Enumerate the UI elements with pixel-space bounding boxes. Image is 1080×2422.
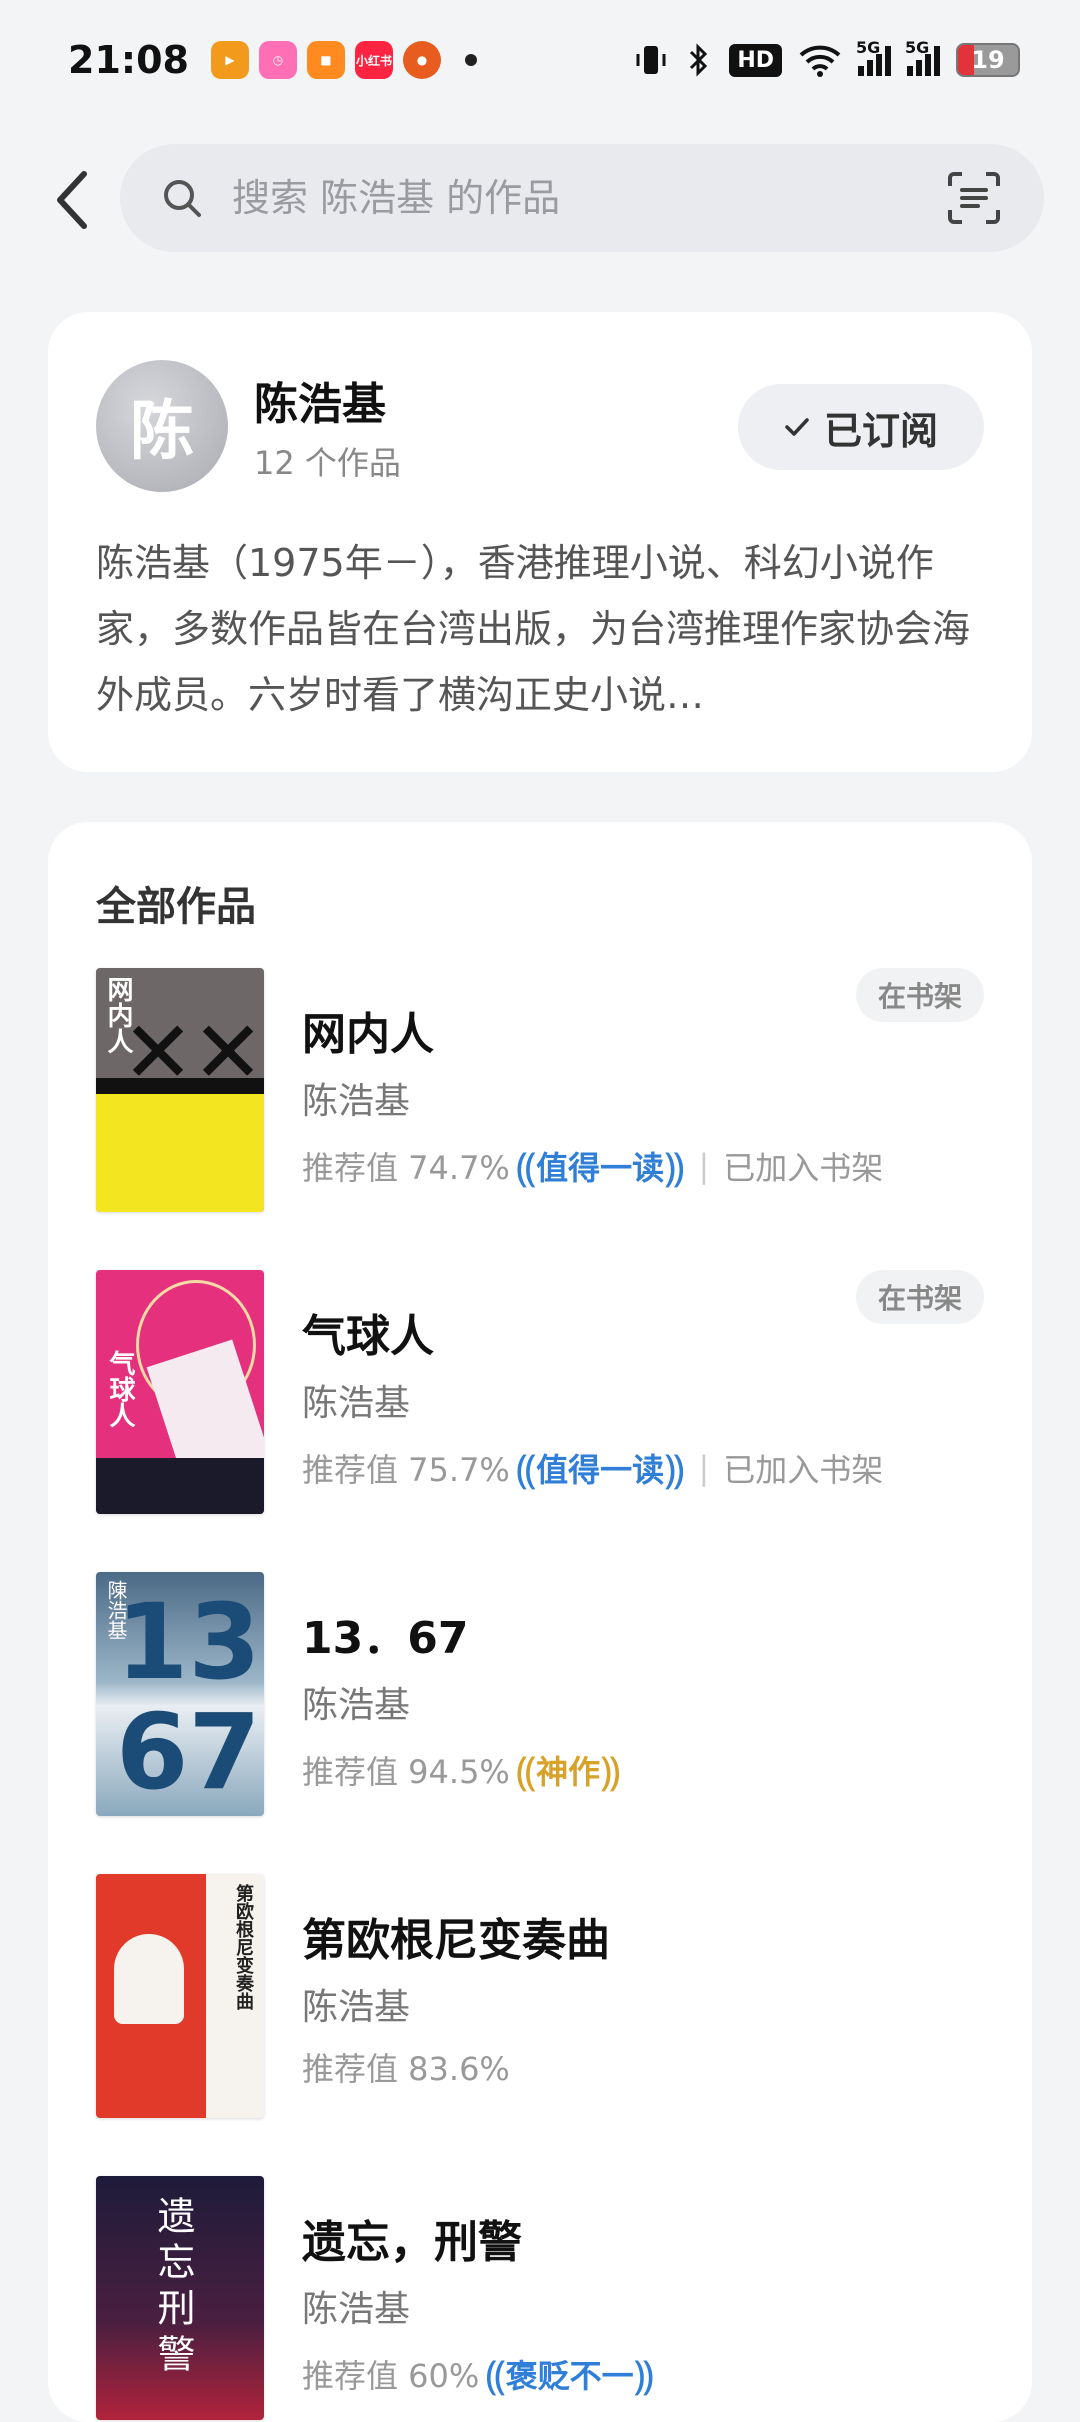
- battery-icon: 19: [956, 43, 1020, 77]
- orange-app-icon: ■: [306, 41, 345, 79]
- book-item[interactable]: 第欧根尼变奏曲 第欧根尼变奏曲 陈浩基 推荐值 83.6%: [96, 1874, 984, 2120]
- book-author: 陈浩基: [302, 1987, 411, 2028]
- scan-button[interactable]: [944, 168, 1004, 228]
- back-button[interactable]: [40, 168, 104, 232]
- recommend-score: 推荐值 74.7%: [302, 1148, 510, 1187]
- laurel-right-icon: ⸩: [633, 2353, 654, 2399]
- recommend-score: 推荐值 60%: [302, 2356, 480, 2395]
- book-cover[interactable]: 陳浩基 13 67: [96, 1572, 264, 1816]
- shelf-note: 已加入书架: [723, 1450, 884, 1489]
- works-count: 12 个作品: [254, 444, 401, 482]
- book-title: 网内人: [302, 1009, 434, 1060]
- clock-app-icon: ◷: [258, 41, 297, 79]
- rating-badge: ⸨ 值得一读 ⸩: [516, 1440, 685, 1495]
- search-icon: [164, 180, 201, 217]
- signal-icon: 5G: [856, 38, 891, 76]
- wifi-icon: [799, 45, 841, 77]
- laurel-left-icon: ⸨: [485, 2353, 506, 2399]
- pumpkin-app-icon: ●: [402, 41, 441, 79]
- book-item[interactable]: 网内人 ✕ ✕ 网内人 陈浩基 推荐值 74.7% ⸨ 值得一读 ⸩ | 已加入…: [96, 968, 984, 1214]
- book-title: 13．67: [302, 1613, 469, 1664]
- subscribe-label: 已订阅: [823, 408, 938, 453]
- check-icon: [785, 418, 809, 436]
- status-time: 21:08: [68, 38, 189, 82]
- book-meta: 推荐值 83.6%: [302, 2044, 510, 2090]
- author-name: 陈浩基: [254, 379, 386, 430]
- book-item[interactable]: 气球人 气球人 陈浩基 推荐值 75.7% ⸨ 值得一读 ⸩ | 已加入书架 在…: [96, 1270, 984, 1516]
- book-item[interactable]: 遗忘刑警 遗忘，刑警 陈浩基 推荐值 60% ⸨ 褒贬不一 ⸩: [96, 2176, 984, 2422]
- rating-badge: ⸨ 褒贬不一 ⸩: [485, 2346, 654, 2401]
- hd-badge: HD: [729, 43, 782, 77]
- book-cover[interactable]: 网内人 ✕ ✕: [96, 968, 264, 1212]
- rating-badge: ⸨ 值得一读 ⸩: [516, 1138, 685, 1193]
- laurel-left-icon: ⸨: [515, 1145, 537, 1191]
- bluetooth-icon: [690, 43, 708, 77]
- scan-icon: [948, 172, 1000, 224]
- works-card: 全部作品 网内人 ✕ ✕ 网内人 陈浩基 推荐值 74.7% ⸨ 值得一读 ⸩ …: [48, 822, 1032, 2422]
- book-item[interactable]: 陳浩基 13 67 13．67 陈浩基 推荐值 94.5% ⸨ 神作 ⸩: [96, 1572, 984, 1818]
- works-section-title: 全部作品: [96, 884, 256, 930]
- book-meta: 推荐值 60% ⸨ 褒贬不一 ⸩: [302, 2346, 654, 2401]
- video-app-icon: ▶: [210, 41, 249, 79]
- subscribe-button[interactable]: 已订阅: [738, 384, 984, 470]
- book-author: 陈浩基: [302, 2289, 411, 2330]
- book-meta: 推荐值 75.7% ⸨ 值得一读 ⸩ | 已加入书架: [302, 1440, 883, 1495]
- more-notifications-dot: [464, 54, 477, 66]
- author-card: 陈 陈浩基 12 个作品 已订阅 陈浩基（1975年－），香港推理小说、科幻小说…: [48, 312, 1032, 772]
- notification-icons: ▶ ◷ ■ 小红书 ●: [210, 41, 441, 79]
- rating-badge: ⸨ 神作 ⸩: [516, 1742, 621, 1797]
- shelf-note: 已加入书架: [723, 1148, 884, 1187]
- laurel-right-icon: ⸩: [664, 1145, 685, 1191]
- on-shelf-tag: 在书架: [855, 1270, 984, 1324]
- book-title: 气球人: [302, 1311, 434, 1362]
- laurel-right-icon: ⸩: [600, 1749, 621, 1795]
- recommend-score: 推荐值 75.7%: [302, 1450, 510, 1489]
- back-arrow-icon: [57, 171, 87, 229]
- search-input[interactable]: [232, 176, 944, 220]
- status-bar: 21:08 ▶ ◷ ■ 小红书 ● HD 5G 5G 19: [0, 0, 1080, 120]
- on-shelf-tag: 在书架: [855, 968, 984, 1022]
- recommend-score: 推荐值 83.6%: [302, 2050, 510, 2088]
- book-author: 陈浩基: [302, 1383, 411, 1424]
- vibrate-icon: [636, 46, 666, 74]
- search-header: [0, 140, 1080, 260]
- laurel-left-icon: ⸨: [515, 1749, 537, 1795]
- book-meta: 推荐值 74.7% ⸨ 值得一读 ⸩ | 已加入书架: [302, 1138, 883, 1193]
- xiaohongshu-app-icon: 小红书: [354, 41, 393, 79]
- book-cover[interactable]: 第欧根尼变奏曲: [96, 1874, 264, 2118]
- system-indicators: HD 5G 5G 19: [633, 38, 1020, 78]
- book-meta: 推荐值 94.5% ⸨ 神作 ⸩: [302, 1742, 621, 1797]
- signal-icon-2: 5G: [905, 38, 940, 76]
- avatar[interactable]: 陈: [96, 360, 228, 492]
- book-title: 第欧根尼变奏曲: [302, 1915, 610, 1966]
- author-bio[interactable]: 陈浩基（1975年－），香港推理小说、科幻小说作家，多数作品皆在台湾出版，为台湾…: [96, 530, 972, 728]
- book-author: 陈浩基: [302, 1685, 411, 1726]
- book-author: 陈浩基: [302, 1081, 411, 1122]
- book-cover[interactable]: 气球人: [96, 1270, 264, 1514]
- book-title: 遗忘，刑警: [302, 2217, 522, 2268]
- recommend-score: 推荐值 94.5%: [302, 1752, 510, 1791]
- laurel-right-icon: ⸩: [664, 1447, 685, 1493]
- laurel-left-icon: ⸨: [515, 1447, 537, 1493]
- book-cover[interactable]: 遗忘刑警: [96, 2176, 264, 2420]
- search-bar[interactable]: [120, 144, 1044, 252]
